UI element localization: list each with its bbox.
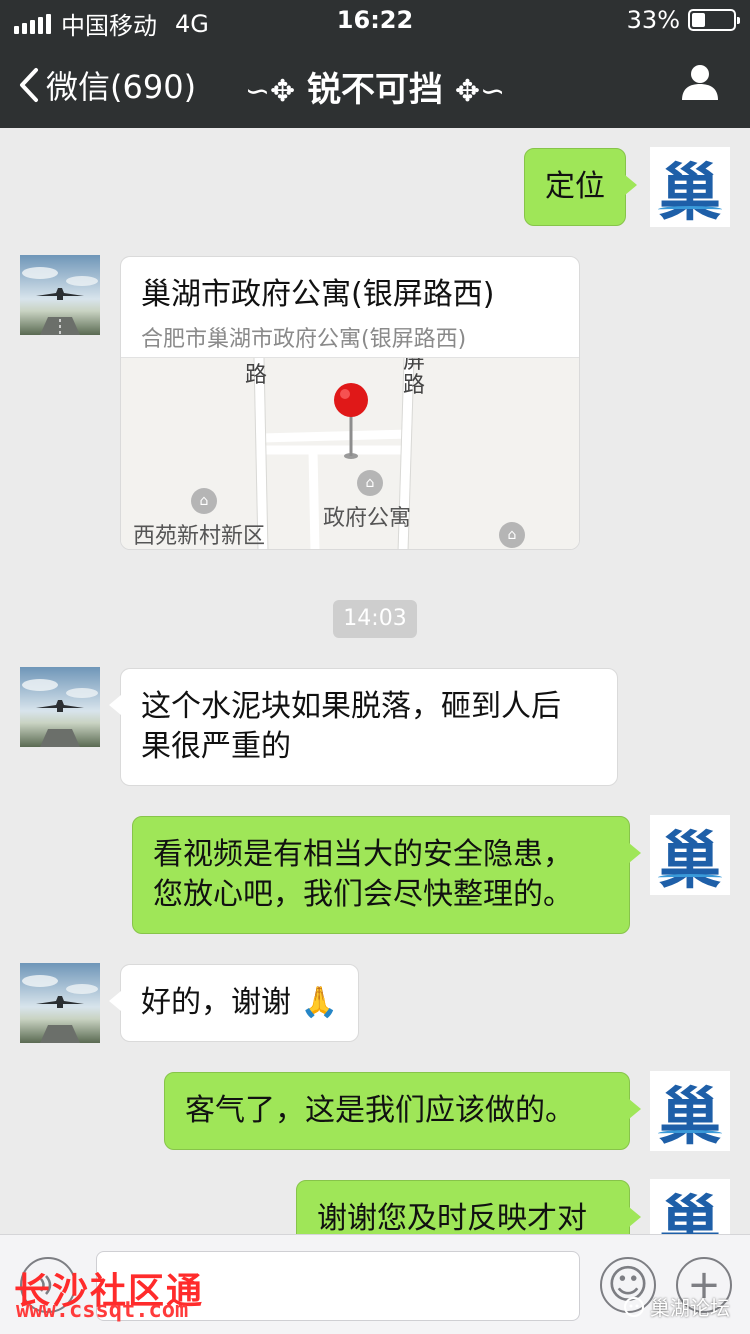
message-text-line: 这个水泥块如果脱落，砸到人后 [141,689,561,724]
my-avatar[interactable]: 巢 [650,1071,730,1151]
battery-icon [688,9,740,31]
airplane-avatar-image [20,255,100,335]
contact-avatar[interactable] [20,667,100,747]
message-text-line: 果很严重的 [141,729,291,764]
home-poi-icon: ⌂ [357,470,383,496]
message-text: 谢谢您及时反映才对 [317,1201,587,1236]
user-profile-icon[interactable] [680,62,720,102]
message-text-line: 您放心吧，我们会尽快整理的。 [153,877,573,912]
avatar-logo-glyph: 巢 [658,824,721,895]
message-bubble-outgoing[interactable]: 定位 [524,148,637,226]
folded-hands-emoji: 🙏 [300,985,338,1020]
airplane-avatar-image [20,667,100,747]
map-road-label-left: 路 [245,363,268,388]
status-bar: 中国移动 4G 16:22 33% [0,0,750,40]
message-text: 好的，谢谢 [141,985,291,1020]
message-bubble-incoming[interactable]: 好的，谢谢 🙏 [109,964,359,1042]
message-bubble-outgoing[interactable]: 客气了，这是我们应该做的。 [164,1072,641,1150]
map-poi-label-center: 政府公寓 [323,506,412,531]
message-bubble-outgoing[interactable]: 看视频是有相当大的安全隐患， 您放心吧，我们会尽快整理的。 [132,816,641,934]
watermark-site-url: www.cssqt.com [16,1298,189,1323]
my-avatar[interactable]: 巢 [650,815,730,895]
location-address: 合肥市巢湖市政府公寓(银屏路西) [141,327,467,352]
nav-bar: 微信(690) ∽✥ 锐不可挡 ✥∽ [0,40,750,128]
location-card[interactable]: 巢湖市政府公寓(银屏路西) 合肥市巢湖市政府公寓(银屏路西) 路 屏 路 ⌂ 政 [120,256,580,550]
chat-title-text: 锐不可挡 [307,70,443,110]
message-text: 定位 [545,169,605,204]
contact-avatar[interactable] [20,255,100,335]
airplane-avatar-image [20,963,100,1043]
home-poi-icon: ⌂ [499,522,525,548]
watermark-forum: 巢湖论坛 [624,1292,730,1321]
map-pin-icon [334,383,368,459]
watermark-forum-text: 巢湖论坛 [650,1296,730,1320]
battery-percent: 33% [626,6,680,34]
my-avatar[interactable]: 巢 [650,147,730,227]
location-map[interactable]: 路 屏 路 ⌂ 政府公寓 ⌂ 西苑新村新区 ⌂ [121,357,579,549]
location-title: 巢湖市政府公寓(银屏路西) [141,277,495,312]
message-bubble-incoming[interactable]: 这个水泥块如果脱落，砸到人后 果很严重的 [109,668,618,786]
map-poi-label-left: 西苑新村新区 [133,524,266,549]
contact-avatar[interactable] [20,963,100,1043]
home-poi-icon: ⌂ [191,488,217,514]
wechat-official-icon [624,1296,644,1317]
map-road-label-right: 屏 路 [403,357,426,398]
title-ornament-right: ✥∽ [454,74,506,109]
chat-timestamp: 14:03 [333,600,417,638]
title-ornament-left: ∽✥ [244,74,296,109]
message-text: 客气了，这是我们应该做的。 [185,1093,575,1128]
chat-title: ∽✥ 锐不可挡 ✥∽ [0,62,750,111]
avatar-logo-glyph: 巢 [658,156,721,227]
avatar-logo-glyph: 巢 [658,1080,721,1151]
message-text-line: 看视频是有相当大的安全隐患， [153,837,573,872]
